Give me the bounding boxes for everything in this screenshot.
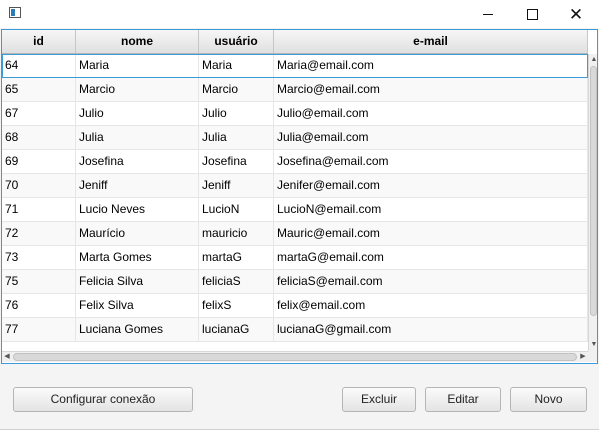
cell-email: Julio@email.com bbox=[274, 102, 588, 125]
scroll-down-icon[interactable]: ▼ bbox=[590, 340, 597, 350]
close-button[interactable]: ✕ bbox=[554, 0, 598, 28]
table-row[interactable]: 68 Julia Julia Julia@email.com bbox=[2, 126, 588, 150]
cell-nome: Lucio Neves bbox=[76, 198, 199, 221]
scroll-right-icon[interactable]: ▶ bbox=[578, 352, 588, 362]
cell-email: feliciaS@email.com bbox=[274, 270, 588, 293]
cell-nome: Julio bbox=[76, 102, 199, 125]
cell-nome: Maurício bbox=[76, 222, 199, 245]
table-row[interactable]: 75 Felicia Silva feliciaS feliciaS@email.co… bbox=[2, 270, 588, 294]
table-row[interactable]: 69 Josefina Josefina Josefina@email.com bbox=[2, 150, 588, 174]
cell-nome: Jeniff bbox=[76, 174, 199, 197]
cell-email: Marcio@email.com bbox=[274, 78, 588, 101]
cell-usuario: mauricio bbox=[199, 222, 274, 245]
horizontal-scroll-thumb[interactable] bbox=[13, 353, 577, 361]
cell-usuario: lucianaG bbox=[199, 318, 274, 341]
cell-email: Jenifer@email.com bbox=[274, 174, 588, 197]
cell-usuario: LucioN bbox=[199, 198, 274, 221]
configure-connection-button[interactable]: Configurar conexão bbox=[13, 387, 193, 412]
column-header-email[interactable]: e-mail bbox=[274, 30, 588, 53]
new-button[interactable]: Novo bbox=[510, 387, 587, 412]
edit-button[interactable]: Editar bbox=[425, 387, 501, 412]
cell-email: Mauric@email.com bbox=[274, 222, 588, 245]
cell-email: martaG@email.com bbox=[274, 246, 588, 269]
table-header: id nome usuário e-mail bbox=[2, 30, 588, 54]
scroll-left-icon[interactable]: ◀ bbox=[2, 352, 12, 362]
table-row[interactable]: 77 Luciana Gomes lucianaG lucianaG@gmail.co… bbox=[2, 318, 588, 342]
cell-email: Julia@email.com bbox=[274, 126, 588, 149]
cell-usuario: feliciaS bbox=[199, 270, 274, 293]
cell-id: 77 bbox=[2, 318, 76, 341]
table-row[interactable]: 73 Marta Gomes martaG martaG@email.com bbox=[2, 246, 588, 270]
cell-nome: Maria bbox=[76, 54, 199, 77]
table-row[interactable]: 72 Maurício mauricio Mauric@email.com bbox=[2, 222, 588, 246]
cell-id: 73 bbox=[2, 246, 76, 269]
scroll-up-icon[interactable]: ▲ bbox=[590, 55, 597, 65]
vertical-scroll-thumb[interactable] bbox=[590, 66, 597, 316]
cell-id: 75 bbox=[2, 270, 76, 293]
delete-button[interactable]: Excluir bbox=[342, 387, 416, 412]
column-header-usuario[interactable]: usuário bbox=[199, 30, 274, 53]
cell-usuario: Jeniff bbox=[199, 174, 274, 197]
column-header-id[interactable]: id bbox=[2, 30, 76, 53]
title-bar: ✕ bbox=[0, 0, 599, 28]
cell-id: 71 bbox=[2, 198, 76, 221]
cell-id: 76 bbox=[2, 294, 76, 317]
horizontal-scrollbar[interactable]: ◀ ▶ bbox=[2, 351, 588, 362]
cell-nome: Felicia Silva bbox=[76, 270, 199, 293]
cell-id: 65 bbox=[2, 78, 76, 101]
cell-usuario: felixS bbox=[199, 294, 274, 317]
cell-id: 70 bbox=[2, 174, 76, 197]
cell-usuario: Julio bbox=[199, 102, 274, 125]
table-row[interactable]: 70 Jeniff Jeniff Jenifer@email.com bbox=[2, 174, 588, 198]
app-icon bbox=[9, 7, 21, 18]
cell-nome: Marcio bbox=[76, 78, 199, 101]
cell-nome: Julia bbox=[76, 126, 199, 149]
maximize-button[interactable] bbox=[510, 0, 554, 28]
table-row[interactable]: 71 Lucio Neves LucioN LucioN@email.com bbox=[2, 198, 588, 222]
users-table[interactable]: id nome usuário e-mail 64 Maria Maria Maria… bbox=[1, 29, 598, 364]
close-icon: ✕ bbox=[568, 4, 584, 24]
minimize-button[interactable] bbox=[466, 0, 510, 28]
cell-email: lucianaG@gmail.com bbox=[274, 318, 588, 341]
cell-usuario: Marcio bbox=[199, 78, 274, 101]
column-header-nome[interactable]: nome bbox=[76, 30, 199, 53]
cell-usuario: martaG bbox=[199, 246, 274, 269]
vertical-scrollbar[interactable]: ▲ ▼ bbox=[588, 54, 597, 351]
cell-usuario: Maria bbox=[199, 54, 274, 77]
cell-nome: Marta Gomes bbox=[76, 246, 199, 269]
cell-nome: Luciana Gomes bbox=[76, 318, 199, 341]
table-row[interactable]: 67 Julio Julio Julio@email.com bbox=[2, 102, 588, 126]
cell-usuario: Julia bbox=[199, 126, 274, 149]
cell-email: LucioN@email.com bbox=[274, 198, 588, 221]
scroll-corner bbox=[588, 351, 597, 362]
cell-usuario: Josefina bbox=[199, 150, 274, 173]
table-row[interactable]: 65 Marcio Marcio Marcio@email.com bbox=[2, 78, 588, 102]
cell-email: felix@email.com bbox=[274, 294, 588, 317]
cell-nome: Josefina bbox=[76, 150, 199, 173]
cell-id: 67 bbox=[2, 102, 76, 125]
table-body: 64 Maria Maria Maria@email.com 65 Marcio Marci… bbox=[2, 54, 588, 342]
cell-id: 72 bbox=[2, 222, 76, 245]
cell-id: 68 bbox=[2, 126, 76, 149]
cell-email: Maria@email.com bbox=[274, 54, 588, 77]
maximize-icon bbox=[526, 8, 538, 20]
table-row[interactable]: 64 Maria Maria Maria@email.com bbox=[2, 54, 588, 78]
cell-id: 69 bbox=[2, 150, 76, 173]
cell-email: Josefina@email.com bbox=[274, 150, 588, 173]
table-row[interactable]: 76 Felix Silva felixS felix@email.com bbox=[2, 294, 588, 318]
minimize-icon bbox=[483, 13, 493, 15]
cell-nome: Felix Silva bbox=[76, 294, 199, 317]
cell-id: 64 bbox=[2, 54, 76, 77]
